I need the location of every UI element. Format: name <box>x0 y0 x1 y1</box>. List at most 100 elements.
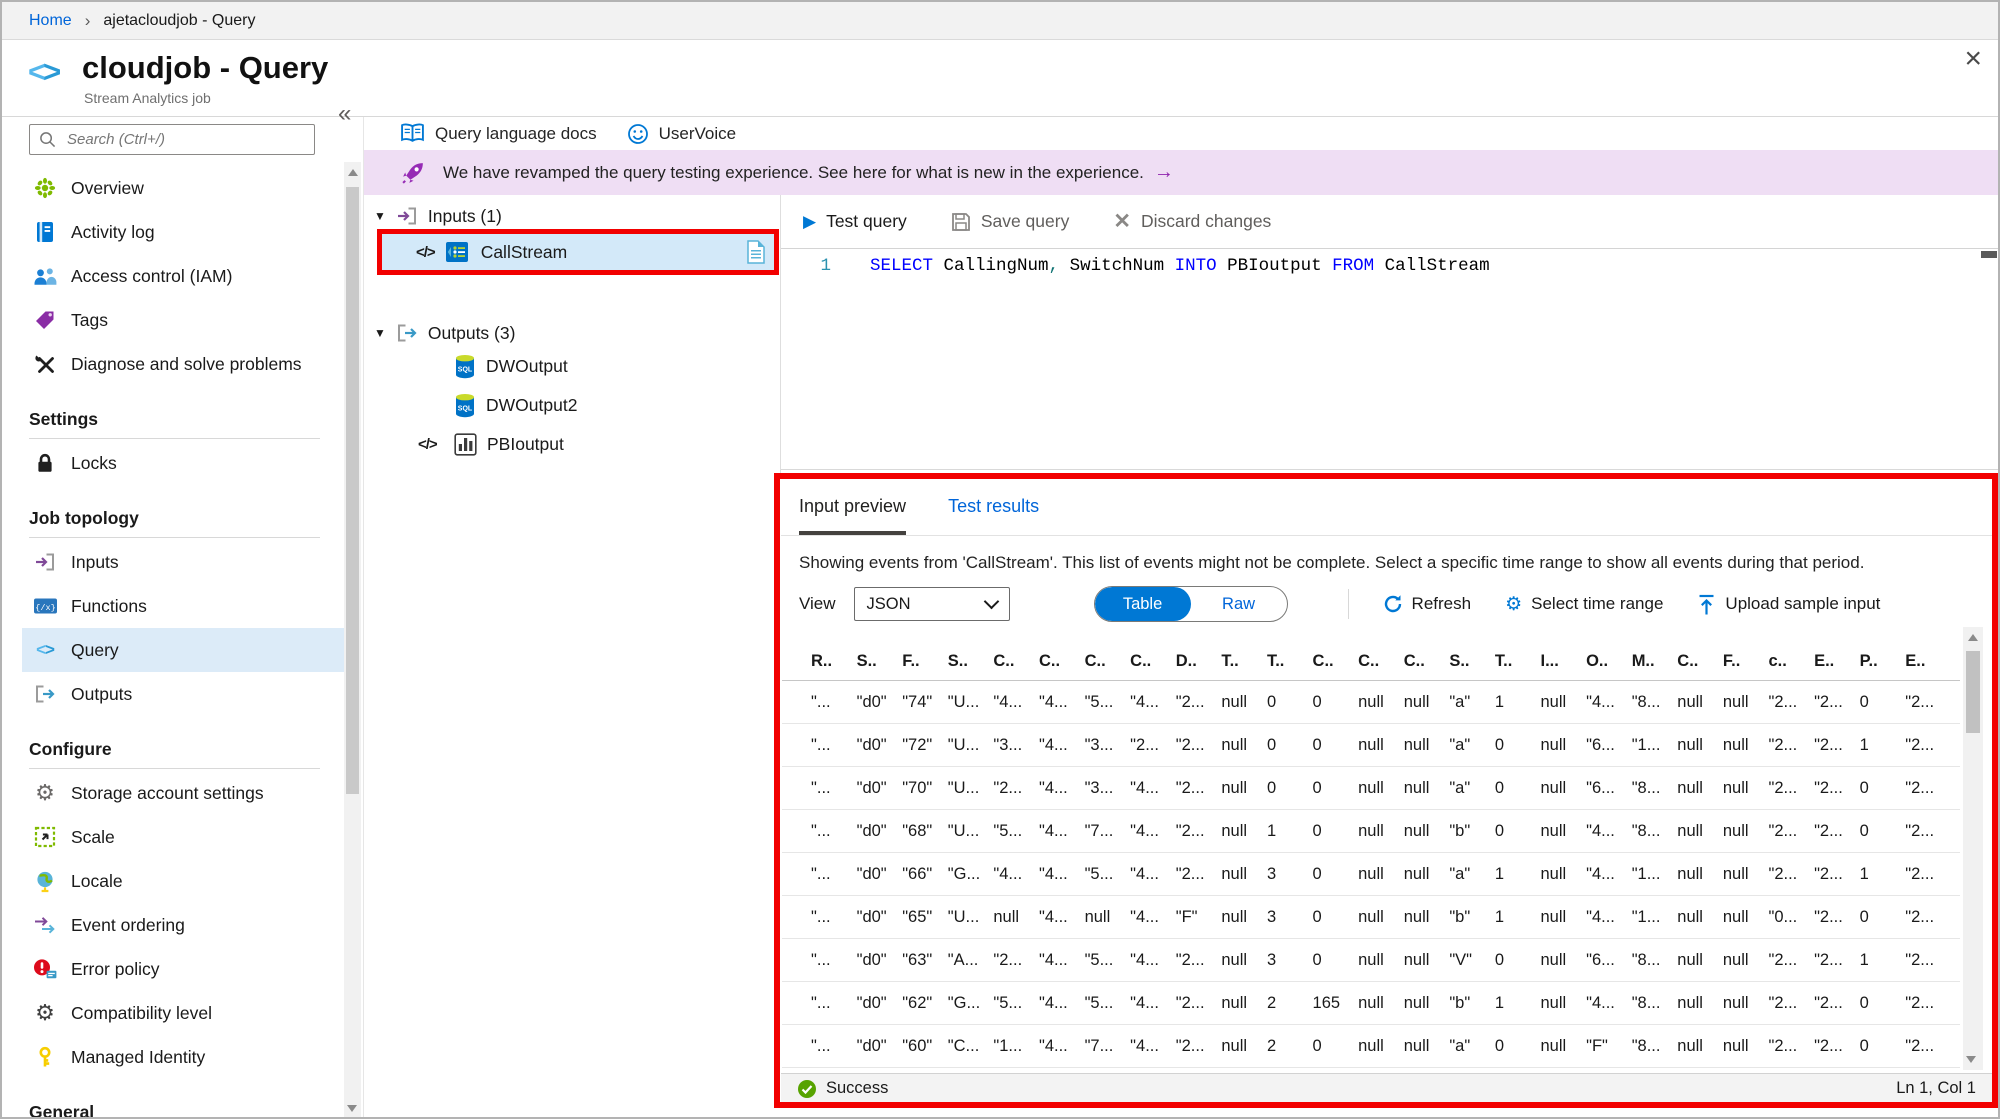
select-time-range-button[interactable]: ⚙ Select time range <box>1505 594 1663 614</box>
table-cell: "2... <box>1768 993 1798 1012</box>
table-cell: "68" <box>902 821 933 840</box>
table-cell: "2... <box>1175 864 1205 883</box>
tab-input-preview[interactable]: Input preview <box>799 481 907 535</box>
table-cell: "60" <box>902 1036 933 1055</box>
query-editor[interactable]: 1 SELECT CallingNum, SwitchNum INTO PBIo… <box>781 249 1998 470</box>
sidebar-item-locks[interactable]: Locks <box>22 441 344 485</box>
refresh-button[interactable]: Refresh <box>1383 594 1471 614</box>
arrow-right-icon: → <box>1153 161 1174 183</box>
sidebar-item-label: Compatibility level <box>71 1002 213 1023</box>
close-icon[interactable]: × <box>1964 42 1982 76</box>
sidebar-item-overview[interactable]: Overview <box>22 166 344 210</box>
table-cell: "2... <box>1814 950 1843 969</box>
sidebar-item-locale[interactable]: Locale <box>22 859 344 903</box>
scroll-up-icon[interactable] <box>347 169 358 176</box>
sidebar-item-outputs[interactable]: Outputs <box>22 672 344 716</box>
table-cell: "2... <box>1175 821 1205 840</box>
sidebar-item-access-control-iam[interactable]: Access control (IAM) <box>22 254 344 298</box>
tree-output-dwoutput[interactable]: SQL DWOutput <box>364 347 780 386</box>
sidebar-item-diagnose-and-solve-problems[interactable]: Diagnose and solve problems <box>22 342 344 386</box>
breadcrumb-home-link[interactable]: Home <box>29 12 72 30</box>
query-blade-icon: <> <box>28 54 61 89</box>
sidebar-scrollbar-thumb[interactable] <box>346 187 359 794</box>
column-header: c.. <box>1768 652 1787 670</box>
sidebar-item-compatibility-level[interactable]: ⚙ Compatibility level <box>22 991 344 1035</box>
tabs-divider <box>781 535 1992 536</box>
tree-output-dwoutput2[interactable]: SQL DWOutput2 <box>364 386 780 425</box>
column-header: F.. <box>1722 652 1741 670</box>
sidebar-menu: Overview Activity log Access control (IAM)… <box>22 166 344 1117</box>
table-row[interactable]: "... "d0" "72" "U... "3... "4... "3... "2... "2.… <box>782 724 1960 767</box>
sidebar-item-storage-account-settings[interactable]: ⚙ Storage account settings <box>22 771 344 815</box>
sidebar-item-functions[interactable]: {/x} Functions <box>22 584 344 628</box>
compatibility-icon: ⚙ <box>35 1000 55 1025</box>
query-language-docs-button[interactable]: Query language docs <box>400 123 597 144</box>
table-row[interactable]: "... "d0" "70" "U... "2... "4... "3... "4... "2.… <box>782 767 1960 810</box>
document-icon[interactable] <box>746 240 766 264</box>
save-query-label: Save query <box>980 211 1070 231</box>
table-row[interactable]: "... "d0" "65" "U... null "4... null "4... "F" nu… <box>782 896 1960 939</box>
table-row[interactable]: "... "d0" "63" "A... "2... "4... "5... "4... "2.… <box>782 939 1960 982</box>
table-row[interactable]: "... "d0" "68" "U... "5... "4... "7... "4... "2.… <box>782 810 1960 853</box>
sidebar-scrollbar[interactable] <box>344 162 361 1117</box>
toggle-raw-button[interactable]: Raw <box>1191 587 1287 621</box>
scroll-down-icon[interactable] <box>347 1105 357 1112</box>
svg-text:{/x}: {/x} <box>35 603 55 613</box>
sidebar-item-label: Locale <box>71 870 123 891</box>
table-cell: "8... <box>1631 692 1661 711</box>
sidebar-item-error-policy[interactable]: Error policy <box>22 947 344 991</box>
notification-banner[interactable]: We have revamped the query testing exper… <box>364 150 1998 195</box>
sidebar-item-inputs[interactable]: Inputs <box>22 540 344 584</box>
sidebar-item-query[interactable]: <> Query <box>22 628 344 672</box>
table-cell: "U... <box>947 821 980 840</box>
sidebar-item-scale[interactable]: Scale <box>22 815 344 859</box>
table-row[interactable]: "... "d0" "60" "C... "1... "4... "7... "4... "2.… <box>782 1025 1960 1068</box>
save-query-button[interactable]: Save query <box>951 211 1070 232</box>
table-cell: "d0" <box>856 864 887 883</box>
tab-test-results[interactable]: Test results <box>948 481 1039 535</box>
table-cell: "8... <box>1631 993 1661 1012</box>
table-cell: 3 <box>1266 907 1277 926</box>
storage-icon: ⚙ <box>35 780 55 805</box>
table-cell: "2... <box>1814 1036 1843 1055</box>
table-row[interactable]: "... "d0" "62" "G... "5... "4... "5... "4... "2.… <box>782 982 1960 1025</box>
table-row[interactable]: "... "d0" "74" "U... "4... "4... "5... "4... "2.… <box>782 681 1960 724</box>
sidebar-item-tags[interactable]: Tags <box>22 298 344 342</box>
table-scrollbar[interactable] <box>1963 627 1983 1070</box>
sql-token: INTO <box>1174 256 1217 276</box>
scroll-down-icon[interactable] <box>1966 1056 1976 1063</box>
toggle-table-button[interactable]: Table <box>1094 587 1191 621</box>
table-cell: "2... <box>1814 864 1843 883</box>
table-cell: "2... <box>1814 735 1843 754</box>
scroll-up-icon[interactable] <box>1968 634 1978 641</box>
tree-input-callstream[interactable]: </> CallStream <box>377 229 779 275</box>
sidebar-item-event-ordering[interactable]: Event ordering <box>22 903 344 947</box>
svg-text:SQL: SQL <box>458 367 473 374</box>
view-dropdown[interactable]: JSON <box>853 587 1010 621</box>
editor-scrollbar-thumb[interactable] <box>1981 251 1997 258</box>
upload-sample-input-button[interactable]: Upload sample input <box>1697 594 1880 615</box>
inputs-group-toggle[interactable]: ▼ Inputs (1) <box>374 205 502 227</box>
table-cell: "d0" <box>856 950 887 969</box>
page-header: <> cloudjob - Query Stream Analytics job… <box>2 40 1998 117</box>
table-scrollbar-thumb[interactable] <box>1966 651 1980 733</box>
table-cell: null <box>1221 778 1248 797</box>
error-policy-icon <box>32 956 58 982</box>
sql-database-icon: SQL <box>454 393 476 418</box>
discard-changes-button[interactable]: ✕ Discard changes <box>1113 211 1271 232</box>
sql-token: SELECT <box>870 256 934 276</box>
sql-token: CallStream <box>1374 256 1490 276</box>
tree-output-pbioutput[interactable]: </> PBIoutput <box>364 425 780 464</box>
collapse-sidebar-icon[interactable]: « <box>338 102 351 126</box>
scale-icon <box>32 824 58 850</box>
table-cell: "2... <box>1814 993 1843 1012</box>
uservoice-button[interactable]: UserVoice <box>627 123 736 145</box>
table-cell: null <box>1403 778 1430 797</box>
search-input[interactable] <box>65 130 305 149</box>
outputs-group-toggle[interactable]: ▼ Outputs (3) <box>374 322 515 344</box>
table-row[interactable]: "... "d0" "66" "G... "4... "4... "5... "4... "2.… <box>782 853 1960 896</box>
test-query-button[interactable]: ▶ Test query <box>803 211 907 232</box>
table-cell: "4... <box>1586 692 1615 711</box>
sidebar-item-managed-identity[interactable]: Managed Identity <box>22 1035 344 1079</box>
sidebar-item-activity-log[interactable]: Activity log <box>22 210 344 254</box>
